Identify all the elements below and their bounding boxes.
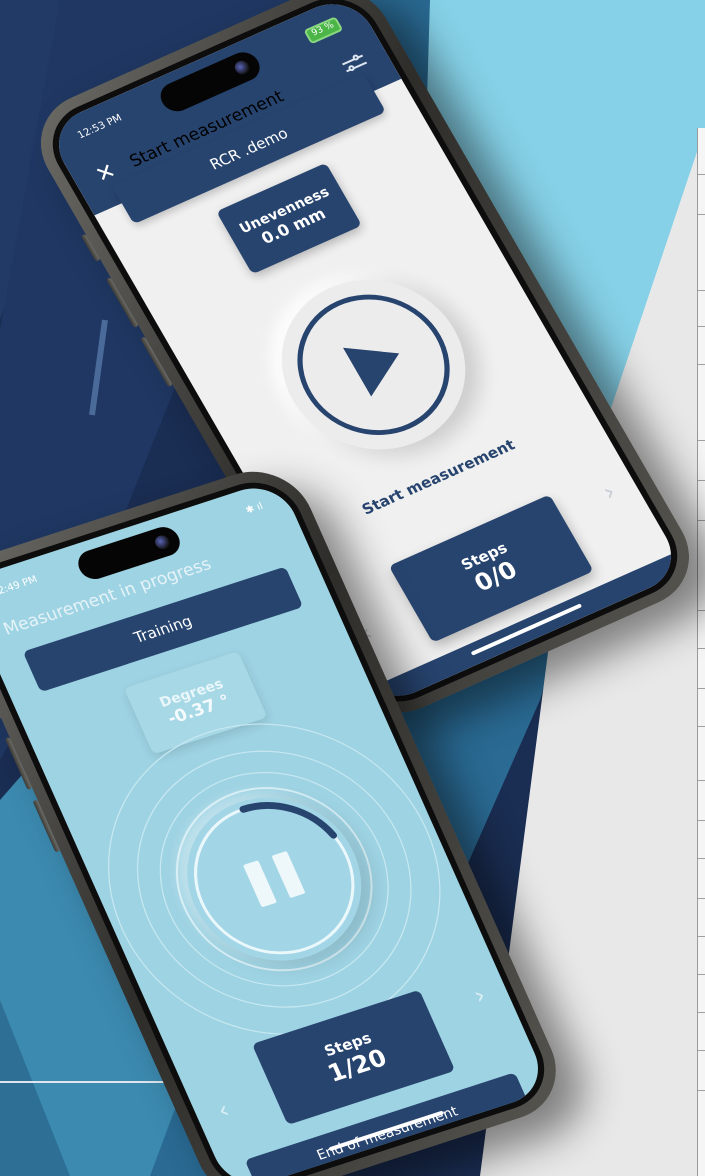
status-time: 12:49 PM <box>0 574 40 599</box>
table-edge <box>697 128 705 1176</box>
start-button[interactable] <box>248 252 499 478</box>
camera-icon <box>232 58 253 77</box>
signal-icon: ✱ ıl <box>244 500 265 517</box>
camera-icon <box>152 533 172 551</box>
chevron-right-icon[interactable]: › <box>598 478 621 506</box>
play-ring <box>270 271 477 459</box>
mute-switch <box>0 691 2 721</box>
unevenness-readout: Unevenness 0.0 mm <box>216 162 362 275</box>
play-icon <box>343 329 414 397</box>
project-name: Training <box>131 611 195 647</box>
chevron-left-icon[interactable]: ‹ <box>213 1096 234 1125</box>
